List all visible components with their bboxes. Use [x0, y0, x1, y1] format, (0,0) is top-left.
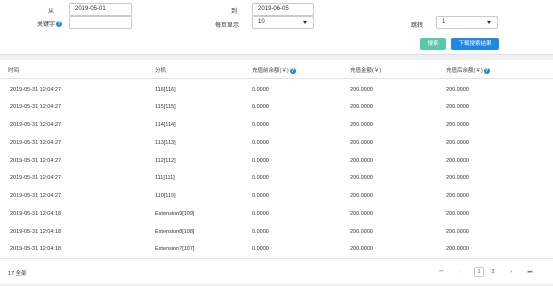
- cell-balance-after: 200.0000: [446, 140, 469, 146]
- cell-balance-before: 0.0000: [252, 140, 269, 146]
- search-button[interactable]: 搜索: [420, 38, 446, 50]
- cell-amount: 200.0000: [350, 104, 373, 110]
- cell-time: 2019-05-31 12:04:27: [10, 158, 62, 164]
- cell-time: 2019-05-31 12:04:18: [10, 211, 62, 217]
- cell-amount: 200.0000: [350, 87, 373, 93]
- cell-extension: 110[110]: [155, 193, 176, 199]
- cell-amount: 200.0000: [350, 193, 373, 199]
- cell-extension: 113[113]: [155, 140, 176, 146]
- filter-panel: 从 2019-05-01 到 2019-06-05 关键字? 每页显示 10 跳…: [0, 0, 553, 55]
- cell-balance-before: 0.0000: [252, 229, 269, 235]
- keyword-input[interactable]: [69, 16, 132, 29]
- cell-time: 2019-05-31 12:04:18: [10, 229, 62, 235]
- cell-balance-after: 200.0000: [446, 229, 469, 235]
- per-page-label: 每页显示: [215, 23, 240, 29]
- help-icon[interactable]: ?: [56, 21, 63, 28]
- prev-page-icon[interactable]: ‹: [455, 267, 465, 277]
- cell-balance-after: 200.0000: [446, 211, 469, 217]
- cell-amount: 200.0000: [350, 122, 373, 128]
- keyword-label-text: 关键字: [37, 22, 56, 28]
- first-page-icon[interactable]: ⏮: [436, 267, 446, 277]
- header-balance-before-text: 充值前余额(￥): [252, 68, 289, 74]
- header-extension: 分机: [155, 68, 167, 74]
- cell-extension: 112[112]: [155, 158, 176, 164]
- last-page-icon[interactable]: ⏭: [525, 267, 535, 277]
- cell-amount: 200.0000: [350, 246, 373, 252]
- cell-time: 2019-05-31 12:04:27: [10, 122, 62, 128]
- from-date-input[interactable]: 2019-05-01: [69, 3, 132, 16]
- header-balance-after: 充值后余额(￥)?: [446, 66, 490, 74]
- header-balance-after-text: 充值后余额(￥): [446, 68, 483, 74]
- cell-amount: 200.0000: [350, 158, 373, 164]
- cell-balance-after: 200.0000: [446, 175, 469, 181]
- to-label: 到: [231, 9, 238, 15]
- page-1-button[interactable]: 1: [474, 267, 484, 277]
- page-2-button[interactable]: 2: [488, 267, 498, 277]
- cell-time: 2019-05-31 12:04:27: [10, 87, 62, 93]
- cell-amount: 200.0000: [350, 229, 373, 235]
- help-icon[interactable]: ?: [483, 67, 490, 74]
- cell-balance-after: 200.0000: [446, 104, 469, 110]
- cell-amount: 200.0000: [350, 140, 373, 146]
- cell-balance-before: 0.0000: [252, 158, 269, 164]
- cell-balance-after: 200.0000: [446, 246, 469, 252]
- cell-time: 2019-05-31 12:04:27: [10, 193, 62, 199]
- cell-balance-before: 0.0000: [252, 193, 269, 199]
- header-balance-before: 充值前余额(￥)?: [252, 66, 296, 74]
- download-results-button[interactable]: 下载搜索结果: [451, 38, 499, 50]
- cell-time: 2019-05-31 12:04:27: [10, 140, 62, 146]
- from-label: 从: [48, 9, 55, 15]
- results-table: 时间 分机 充值前余额(￥)? 充值金额(￥) 充值后余额(￥)? 2019-0…: [0, 60, 553, 284]
- header-divider: [0, 78, 553, 79]
- cell-balance-before: 0.0000: [252, 122, 269, 128]
- to-date-input[interactable]: 2019-06-05: [252, 3, 314, 16]
- jump-page-select[interactable]: 1: [436, 16, 498, 29]
- cell-time: 2019-05-31 12:04:27: [10, 104, 62, 110]
- cell-balance-after: 200.0000: [446, 158, 469, 164]
- cell-extension: Extension8[108]: [155, 229, 195, 235]
- help-icon[interactable]: ?: [289, 67, 296, 74]
- per-page-select[interactable]: 10: [252, 16, 314, 29]
- cell-extension: Extension7[107]: [155, 246, 195, 252]
- jump-label: 跳转: [411, 23, 424, 29]
- keyword-label: 关键字?: [37, 19, 63, 28]
- cell-time: 2019-05-31 12:04:18: [10, 246, 62, 252]
- cell-extension: 114[114]: [155, 122, 176, 128]
- cell-extension: 116[116]: [155, 87, 176, 93]
- cell-balance-before: 0.0000: [252, 175, 269, 181]
- footer-divider: [0, 258, 553, 259]
- cell-amount: 200.0000: [350, 211, 373, 217]
- next-page-icon[interactable]: ›: [506, 267, 516, 277]
- cell-balance-before: 0.0000: [252, 104, 269, 110]
- total-count: 17 全部: [8, 271, 27, 277]
- cell-balance-after: 200.0000: [446, 193, 469, 199]
- header-amount: 充值金额(￥): [350, 68, 382, 74]
- cell-balance-after: 200.0000: [446, 87, 469, 93]
- cell-extension: 115[115]: [155, 104, 176, 110]
- header-time: 时间: [8, 68, 20, 74]
- cell-balance-after: 200.0000: [446, 122, 469, 128]
- cell-extension: 111[111]: [155, 175, 175, 181]
- cell-amount: 200.0000: [350, 175, 373, 181]
- cell-balance-before: 0.0000: [252, 211, 269, 217]
- cell-extension: Extension9[109]: [155, 211, 195, 217]
- cell-balance-before: 0.0000: [252, 87, 269, 93]
- cell-balance-before: 0.0000: [252, 246, 269, 252]
- cell-time: 2019-05-31 12:04:27: [10, 175, 62, 181]
